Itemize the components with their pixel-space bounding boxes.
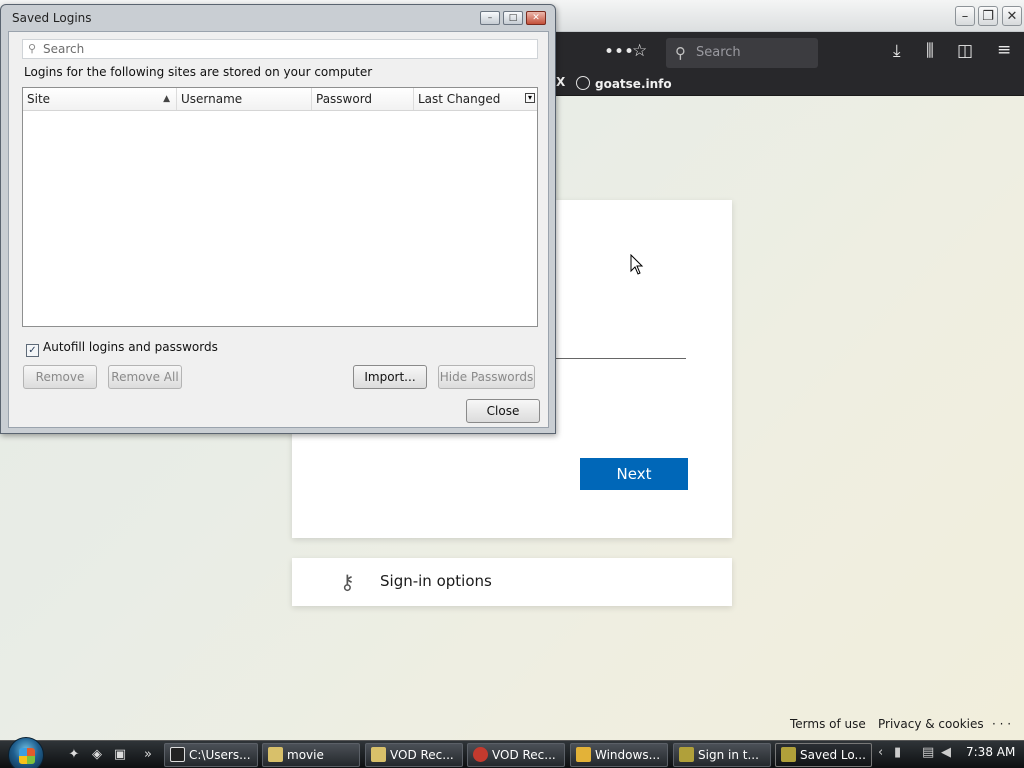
globe-icon	[576, 76, 590, 90]
browser-icon	[679, 747, 694, 762]
import-button[interactable]: Import...	[353, 365, 427, 389]
mouse-cursor-icon	[630, 254, 644, 275]
column-username-label: Username	[181, 92, 243, 106]
search-icon: ⚲	[28, 42, 37, 55]
privacy-link[interactable]: Privacy & cookies	[878, 717, 984, 731]
dialog-title: Saved Logins	[12, 11, 92, 25]
autofill-label: Autofill logins and passwords	[43, 340, 218, 354]
logins-table-header: Site ▲ Username Password Last Changed ▾	[23, 88, 537, 111]
search-icon: ⚲	[675, 44, 686, 62]
task-label: C:\Users...	[189, 748, 251, 762]
volume-icon[interactable]: ◀	[941, 745, 951, 760]
more-options-link[interactable]: · · ·	[992, 717, 1011, 731]
task-label: Sign in t...	[698, 748, 759, 762]
taskbar-item-vod-2[interactable]: VOD Rec...	[467, 743, 565, 767]
taskbar-item-saved-logins[interactable]: Saved Lo...	[775, 743, 872, 767]
dialog-maximize-button[interactable]: □	[503, 11, 523, 25]
column-site-label: Site	[27, 92, 51, 106]
column-picker-icon[interactable]: ▾	[525, 93, 535, 103]
taskbar-item-vod-1[interactable]: VOD Rec...	[365, 743, 463, 767]
column-username[interactable]: Username	[177, 88, 312, 110]
browser-search-placeholder: Search	[696, 45, 741, 60]
media-player-icon	[576, 747, 591, 762]
signin-input-underline[interactable]	[555, 358, 686, 359]
logins-search-input[interactable]: ⚲ Search	[22, 39, 538, 59]
dialog-close-icon-button[interactable]: ✕	[526, 11, 546, 25]
signin-options-button[interactable]: ⚷ Sign-in options	[292, 558, 732, 606]
sidebar-icon[interactable]: ◫	[957, 41, 973, 61]
tray-device-icon[interactable]: ▮	[894, 745, 901, 760]
menu-icon[interactable]: ≡	[997, 40, 1011, 60]
task-label: Saved Lo...	[800, 748, 866, 762]
clock[interactable]: 7:38 AM	[966, 745, 1015, 759]
autofill-checkbox-row[interactable]: ✓ Autofill logins and passwords	[26, 340, 218, 357]
column-last-changed[interactable]: Last Changed	[414, 88, 519, 110]
next-button[interactable]: Next	[580, 458, 688, 490]
sort-ascending-icon: ▲	[163, 94, 170, 104]
terms-link[interactable]: Terms of use	[790, 717, 866, 731]
column-password-label: Password	[316, 92, 373, 106]
start-button[interactable]	[8, 737, 44, 768]
browser-icon	[781, 747, 796, 762]
dialog-body: ⚲ Search Logins for the following sites …	[8, 31, 549, 428]
folder-icon	[268, 747, 283, 762]
column-password[interactable]: Password	[312, 88, 414, 110]
hide-passwords-button[interactable]: Hide Passwords	[438, 365, 535, 389]
record-icon	[473, 747, 488, 762]
key-icon: ⚷	[340, 570, 355, 594]
logins-search-placeholder: Search	[43, 42, 85, 56]
dialog-minimize-button[interactable]: –	[480, 11, 500, 25]
bookmark-item[interactable]: goatse.info	[576, 75, 672, 93]
windows-logo-icon	[19, 748, 35, 764]
browser-search-input[interactable]: ⚲ Search	[666, 38, 818, 68]
taskbar: ✦ ◈ ▣ » C:\Users... movie VOD Rec... VOD…	[0, 737, 1024, 768]
task-label: VOD Rec...	[492, 748, 556, 762]
remove-button[interactable]: Remove	[23, 365, 97, 389]
taskbar-item-windows[interactable]: Windows...	[570, 743, 668, 767]
restore-button[interactable]: ❐	[978, 6, 998, 26]
quicklaunch-desktop-icon[interactable]: ▣	[112, 747, 128, 763]
column-site[interactable]: Site ▲	[23, 88, 177, 110]
quicklaunch-shield-icon[interactable]: ◈	[89, 747, 105, 763]
taskbar-item-movie[interactable]: movie	[262, 743, 360, 767]
logins-description: Logins for the following sites are store…	[24, 65, 373, 79]
tray-expand-icon[interactable]: ‹	[878, 745, 883, 760]
autofill-checkbox[interactable]: ✓	[26, 344, 39, 357]
column-last-changed-label: Last Changed	[418, 92, 501, 106]
quicklaunch-overflow-icon[interactable]: »	[140, 747, 156, 763]
close-button[interactable]: ✕	[1002, 6, 1022, 26]
task-label: Windows...	[595, 748, 661, 762]
taskbar-item-cmd[interactable]: C:\Users...	[164, 743, 258, 767]
task-label: movie	[287, 748, 324, 762]
taskbar-item-signin[interactable]: Sign in t...	[673, 743, 771, 767]
close-button[interactable]: Close	[466, 399, 540, 423]
page-actions-icon[interactable]: •••	[604, 42, 634, 62]
logins-table[interactable]: Site ▲ Username Password Last Changed ▾	[22, 87, 538, 327]
network-icon[interactable]: ▤	[922, 745, 934, 760]
folder-icon	[371, 747, 386, 762]
minimize-button[interactable]: –	[955, 6, 975, 26]
saved-logins-dialog: Saved Logins – □ ✕ ⚲ Search Logins for t…	[0, 4, 556, 434]
task-label: VOD Rec...	[390, 748, 454, 762]
signin-options-label: Sign-in options	[380, 572, 492, 590]
bookmark-partial[interactable]: X	[556, 75, 565, 89]
library-icon[interactable]: ⫼	[926, 41, 934, 61]
cmd-icon	[170, 747, 185, 762]
downloads-icon[interactable]: ⤓	[893, 41, 901, 61]
bookmark-label: goatse.info	[595, 77, 672, 91]
quicklaunch-app-icon[interactable]: ✦	[66, 747, 82, 763]
remove-all-button[interactable]: Remove All	[108, 365, 182, 389]
bookmark-star-icon[interactable]: ☆	[632, 41, 647, 61]
